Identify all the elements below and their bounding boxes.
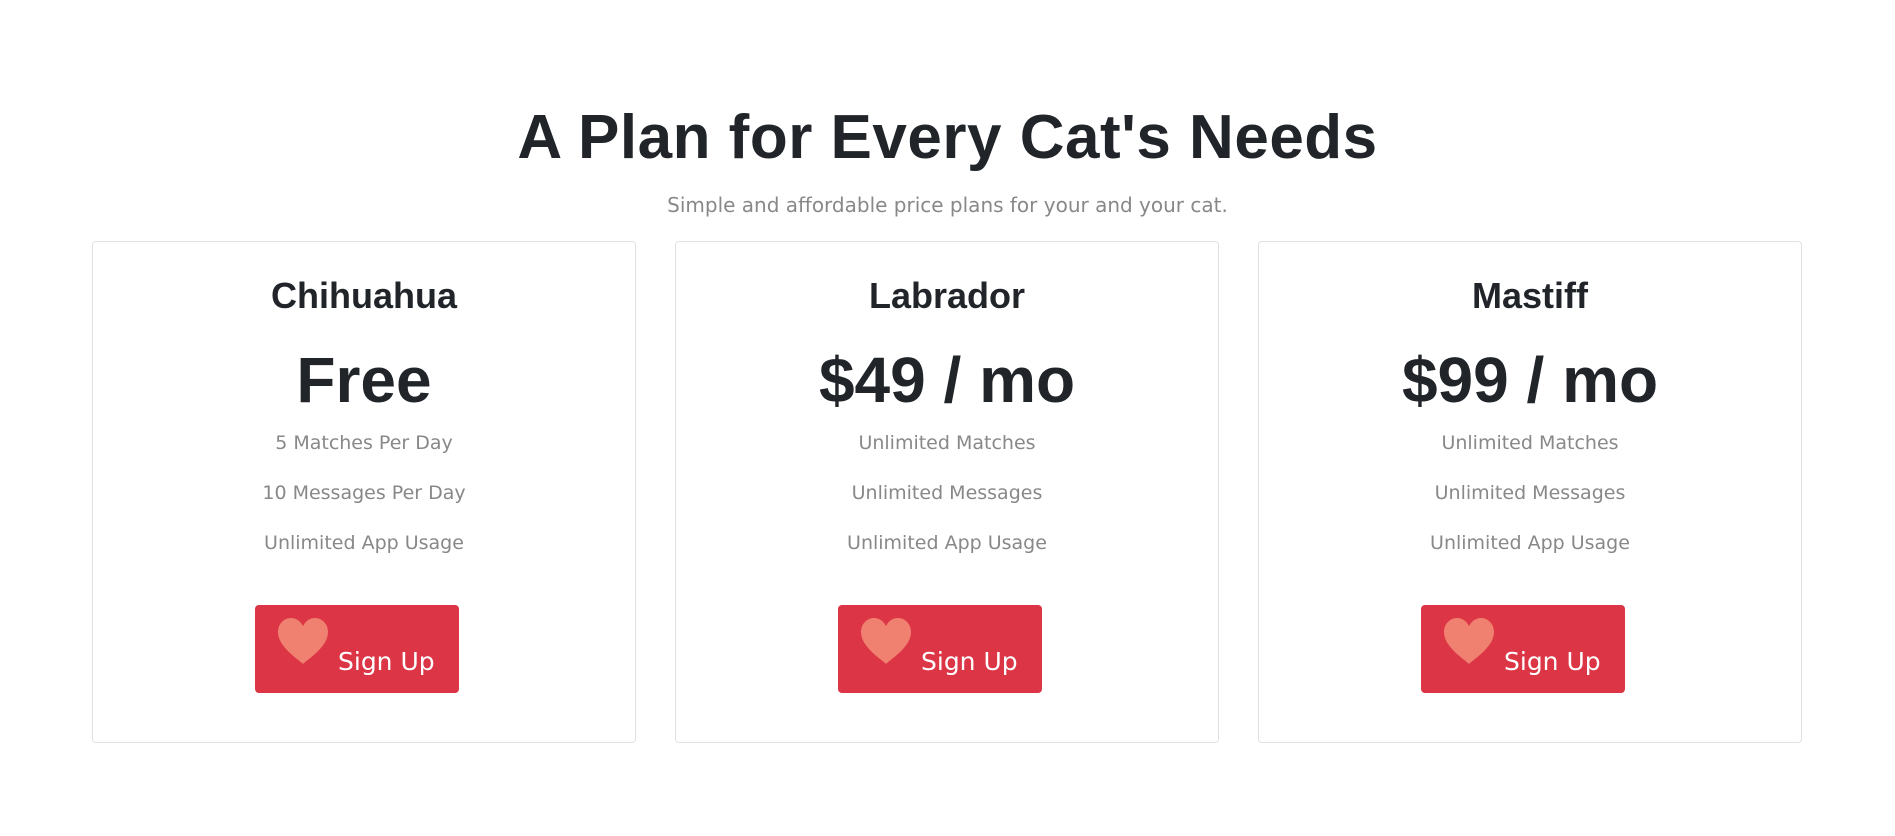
feature-item: Unlimited Messages xyxy=(851,482,1043,504)
plan-name: Chihuahua xyxy=(271,275,457,316)
heart-icon xyxy=(1444,618,1494,664)
feature-item: Unlimited App Usage xyxy=(847,532,1047,554)
feature-item: Unlimited Messages xyxy=(1434,482,1626,504)
sign-up-button[interactable]: Sign Up xyxy=(255,605,459,693)
feature-item: Unlimited Matches xyxy=(858,432,1036,454)
pricing-card-mastiff: Mastiff $99 / mo Unlimited Matches Unlim… xyxy=(1258,241,1802,743)
page-title: A Plan for Every Cat's Needs xyxy=(517,103,1378,172)
plan-price: $99 / mo xyxy=(1401,344,1659,416)
pricing-card-labrador: Labrador $49 / mo Unlimited Matches Unli… xyxy=(675,241,1219,743)
pricing-cards: Chihuahua Free 5 Matches Per Day 10 Mess… xyxy=(92,241,1803,745)
page-subtitle: Simple and affordable price plans for yo… xyxy=(667,193,1228,217)
feature-list: Unlimited Matches Unlimited Messages Unl… xyxy=(1259,430,1801,580)
sign-up-button[interactable]: Sign Up xyxy=(838,605,1042,693)
sign-up-label: Sign Up xyxy=(921,647,1018,676)
feature-item: Unlimited Matches xyxy=(1441,432,1619,454)
feature-list: Unlimited Matches Unlimited Messages Unl… xyxy=(676,430,1218,580)
sign-up-label: Sign Up xyxy=(338,647,435,676)
heart-icon xyxy=(861,618,911,664)
plan-name: Labrador xyxy=(868,275,1026,316)
plan-name: Mastiff xyxy=(1472,275,1588,316)
sign-up-label: Sign Up xyxy=(1504,647,1601,676)
feature-list: 5 Matches Per Day 10 Messages Per Day Un… xyxy=(93,430,635,580)
feature-item: Unlimited App Usage xyxy=(1430,532,1630,554)
feature-item: 10 Messages Per Day xyxy=(262,482,466,504)
plan-price: $49 / mo xyxy=(818,344,1076,416)
feature-item: Unlimited App Usage xyxy=(264,532,464,554)
heart-icon xyxy=(278,618,328,664)
plan-price: Free xyxy=(296,344,432,416)
sign-up-button[interactable]: Sign Up xyxy=(1421,605,1625,693)
feature-item: 5 Matches Per Day xyxy=(275,432,453,454)
pricing-section: A Plan for Every Cat's Needs Simple and … xyxy=(0,0,1895,836)
pricing-card-chihuahua: Chihuahua Free 5 Matches Per Day 10 Mess… xyxy=(92,241,636,743)
